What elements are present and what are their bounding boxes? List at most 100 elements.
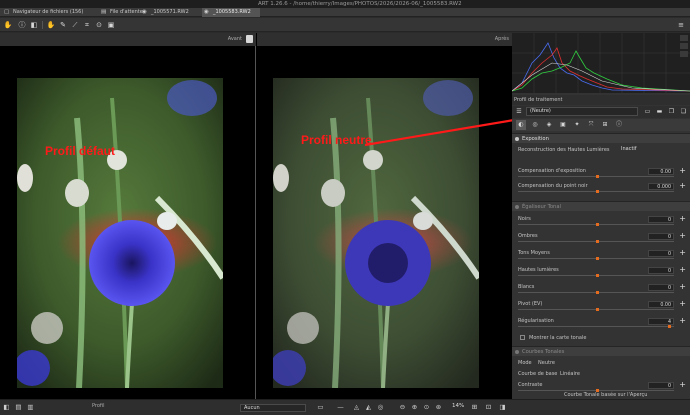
transform-tab-icon[interactable]: ⤧ xyxy=(586,120,596,130)
straighten-icon[interactable]: ⟋ xyxy=(70,20,80,30)
crop-icon[interactable]: ⌗ xyxy=(82,20,92,30)
slider-row: Hautes lumières 0 + xyxy=(512,265,690,278)
slider-value[interactable]: 0 xyxy=(648,267,674,274)
slider-knob[interactable] xyxy=(596,291,599,294)
slider-track[interactable] xyxy=(518,257,674,260)
slider-knob[interactable] xyxy=(596,240,599,243)
mode-value[interactable]: Neutre xyxy=(538,358,555,368)
section-exposure[interactable]: Exposition xyxy=(512,133,690,143)
slider-track[interactable] xyxy=(518,274,674,277)
focus-icon[interactable]: ◎ xyxy=(376,403,385,412)
gamut-icon[interactable]: ◭ xyxy=(364,403,373,412)
show-tone-map-row[interactable]: Montrer la carte tonale xyxy=(512,333,690,346)
section-toggle-icon[interactable] xyxy=(515,350,519,354)
hand-tool-icon[interactable]: ✋ xyxy=(46,20,56,30)
plus-icon[interactable]: + xyxy=(679,380,686,390)
slider-track[interactable] xyxy=(518,175,674,178)
menu-icon[interactable]: ≡ xyxy=(676,20,686,30)
slider-value[interactable]: 0.000 xyxy=(648,183,674,190)
snapshot-icon[interactable]: ▥ xyxy=(26,403,35,412)
slider-value[interactable]: 0 xyxy=(648,382,674,389)
line-icon[interactable]: — xyxy=(336,403,345,412)
base-curve-value[interactable]: Linéaire xyxy=(560,369,580,379)
plus-icon[interactable]: + xyxy=(679,214,686,224)
slider-value[interactable]: 4 xyxy=(648,318,674,325)
history-icon[interactable]: ▤ xyxy=(14,403,23,412)
slider-track[interactable] xyxy=(518,389,674,392)
slider-knob[interactable] xyxy=(596,175,599,178)
tab-image-1005583[interactable]: ◉ _1005583.RW2 xyxy=(202,8,260,17)
save-icon[interactable]: ▬ xyxy=(655,107,664,116)
slider-track[interactable] xyxy=(518,190,674,193)
slider-track[interactable] xyxy=(518,240,674,243)
slider-track[interactable] xyxy=(518,325,674,328)
toggle-left-icon[interactable]: ◧ xyxy=(2,403,11,412)
color-tab-icon[interactable]: ◎ xyxy=(530,120,540,130)
slider-track[interactable] xyxy=(518,223,674,226)
section-tone-equalizer[interactable]: Égaliseur Tonal xyxy=(512,201,690,211)
slider-value[interactable]: 0 xyxy=(648,233,674,240)
plus-icon[interactable]: + xyxy=(679,299,686,309)
slider-knob[interactable] xyxy=(596,223,599,226)
slider-value[interactable]: 0 xyxy=(648,216,674,223)
paste-icon[interactable]: ❏ xyxy=(679,107,688,116)
slider-knob[interactable] xyxy=(596,257,599,260)
softproof-icon[interactable]: ▭ xyxy=(316,403,325,412)
zoom-out-icon[interactable]: ⊖ xyxy=(398,403,407,412)
annotation-profile-default: Profil défaut xyxy=(45,144,116,158)
slider-knob[interactable] xyxy=(596,190,599,193)
highlight-dropdown[interactable]: Inactif xyxy=(618,146,684,154)
slider-value[interactable]: 0.00 xyxy=(648,301,674,308)
before-viewer[interactable]: Profil défaut xyxy=(0,46,256,399)
after-viewer[interactable]: Profil neutre xyxy=(257,46,512,399)
profile-menu-icon[interactable]: ☰ xyxy=(515,107,523,116)
slider-track[interactable] xyxy=(518,291,674,294)
zoom-in-icon[interactable]: ⊕ xyxy=(410,403,419,412)
section-tone-curves[interactable]: Courbes Tonales xyxy=(512,346,690,356)
plus-icon[interactable]: + xyxy=(679,248,686,258)
slider-knob[interactable] xyxy=(596,308,599,311)
plus-icon[interactable]: + xyxy=(679,231,686,241)
picker-icon[interactable]: ✎ xyxy=(58,20,68,30)
slider-label: Tons Moyens xyxy=(518,250,550,256)
slider-track[interactable] xyxy=(518,308,674,311)
tab-queue[interactable]: ▤ File d'attente xyxy=(99,8,143,17)
metadata-tab-icon[interactable]: ⓘ xyxy=(614,120,624,130)
section-toggle-icon[interactable] xyxy=(515,205,519,209)
local-tab-icon[interactable]: ▣ xyxy=(558,120,568,130)
raw-tab-icon[interactable]: ⊞ xyxy=(600,120,610,130)
display-profile-dropdown[interactable]: Aucun xyxy=(240,404,306,412)
plus-icon[interactable]: + xyxy=(679,181,686,191)
open-folder-icon[interactable]: ▭ xyxy=(643,107,652,116)
lock-icon[interactable] xyxy=(246,35,253,43)
info-icon[interactable]: ⓘ xyxy=(17,20,27,30)
detail-tab-icon[interactable]: ◈ xyxy=(544,120,554,130)
exposure-tab-icon[interactable]: ◐ xyxy=(516,120,526,130)
zoom-100-icon[interactable]: ⊛ xyxy=(434,403,443,412)
profile-dropdown[interactable]: (Neutre) xyxy=(526,107,638,116)
section-toggle-icon[interactable] xyxy=(515,137,519,141)
before-after-icon[interactable]: ◧ xyxy=(29,20,39,30)
tab-image-1005571[interactable]: ◉ _1005571.RW2 xyxy=(140,8,200,17)
navigator-icon[interactable]: ⊡ xyxy=(484,403,493,412)
slider-value[interactable]: 0 xyxy=(648,284,674,291)
tab-file-browser[interactable]: ▢ Navigateur de fichiers (156) xyxy=(2,8,98,17)
plus-icon[interactable]: + xyxy=(679,316,686,326)
checkbox[interactable] xyxy=(520,335,525,340)
slider-knob[interactable] xyxy=(596,274,599,277)
slider-knob[interactable] xyxy=(668,325,671,328)
plus-icon[interactable]: + xyxy=(679,282,686,292)
warning-icon[interactable]: ◬ xyxy=(352,403,361,412)
new-window-icon[interactable]: ⊞ xyxy=(470,403,479,412)
toggle-right-icon[interactable]: ◨ xyxy=(498,403,507,412)
zoom-fit-icon[interactable]: ⊙ xyxy=(422,403,431,412)
copy-icon[interactable]: ❐ xyxy=(667,107,676,116)
slider-value[interactable]: 0 xyxy=(648,250,674,257)
plus-icon[interactable]: + xyxy=(679,265,686,275)
plus-icon[interactable]: + xyxy=(679,166,686,176)
effects-tab-icon[interactable]: ✦ xyxy=(572,120,582,130)
mask-icon[interactable]: ▣ xyxy=(106,20,116,30)
slider-value[interactable]: 0.00 xyxy=(648,168,674,175)
hand-icon[interactable]: ✋ xyxy=(3,20,13,30)
spot-icon[interactable]: ⊙ xyxy=(94,20,104,30)
